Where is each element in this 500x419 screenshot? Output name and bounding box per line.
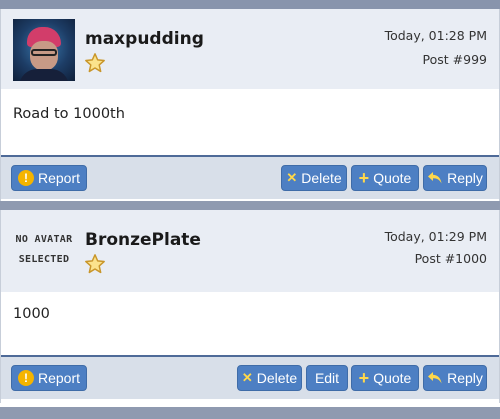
reply-arrow-icon: [428, 172, 442, 184]
post-number[interactable]: Post #1000: [415, 251, 487, 266]
post-time: Today, 01:29 PM: [384, 229, 487, 244]
no-avatar-line1: NO AVATAR: [15, 234, 73, 245]
reply-label: Reply: [447, 170, 483, 186]
quote-label: Quote: [373, 170, 412, 186]
quote-button[interactable]: + Quote: [351, 165, 419, 191]
post-time: Today, 01:28 PM: [384, 28, 487, 43]
username[interactable]: BronzePlate: [85, 230, 201, 250]
post-separator: [0, 201, 500, 210]
edit-button[interactable]: Edit: [306, 365, 348, 391]
post-header: maxpudding Today, 01:28 PM Post #999: [1, 9, 499, 89]
report-button[interactable]: ! Report: [11, 365, 87, 391]
warning-icon: !: [17, 370, 34, 386]
plus-icon: +: [358, 368, 370, 388]
delete-button[interactable]: ✕ Delete: [237, 365, 302, 391]
report-button[interactable]: ! Report: [11, 165, 87, 191]
quote-label: Quote: [373, 370, 412, 386]
no-avatar-line2: SELECTED: [18, 254, 70, 265]
x-icon: ✕: [241, 370, 253, 385]
post-999: maxpudding Today, 01:28 PM Post #999 Roa…: [0, 9, 500, 204]
report-label: Report: [37, 370, 81, 386]
edit-label: Edit: [314, 370, 340, 386]
delete-label: Delete: [301, 170, 342, 186]
post-header: NO AVATAR SELECTED BronzePlate Today, 01…: [1, 210, 499, 292]
post-actions: ! Report ✕ Delete + Quote Reply: [1, 155, 499, 199]
username[interactable]: maxpudding: [85, 29, 204, 49]
post-body: 1000: [13, 306, 50, 322]
reply-arrow-icon: [428, 372, 442, 384]
quote-button[interactable]: + Quote: [351, 365, 419, 391]
post-number[interactable]: Post #999: [423, 52, 487, 67]
top-edge: [0, 0, 500, 9]
reply-button[interactable]: Reply: [423, 165, 487, 191]
bottom-bar: [0, 407, 500, 419]
user-avatar[interactable]: [13, 19, 75, 81]
warning-icon: !: [17, 170, 34, 186]
x-icon: ✕: [286, 170, 298, 185]
post-1000: NO AVATAR SELECTED BronzePlate Today, 01…: [0, 210, 500, 403]
report-label: Report: [37, 170, 81, 186]
star-icon: [85, 254, 105, 274]
reply-label: Reply: [447, 370, 483, 386]
star-icon: [85, 53, 105, 73]
delete-button[interactable]: ✕ Delete: [281, 165, 347, 191]
no-avatar-placeholder: NO AVATAR SELECTED: [13, 230, 75, 270]
delete-label: Delete: [256, 370, 298, 386]
plus-icon: +: [358, 168, 370, 188]
post-actions: ! Report ✕ Delete Edit + Quote Reply: [1, 355, 499, 399]
post-body: Road to 1000th: [13, 106, 125, 122]
reply-button[interactable]: Reply: [423, 365, 487, 391]
